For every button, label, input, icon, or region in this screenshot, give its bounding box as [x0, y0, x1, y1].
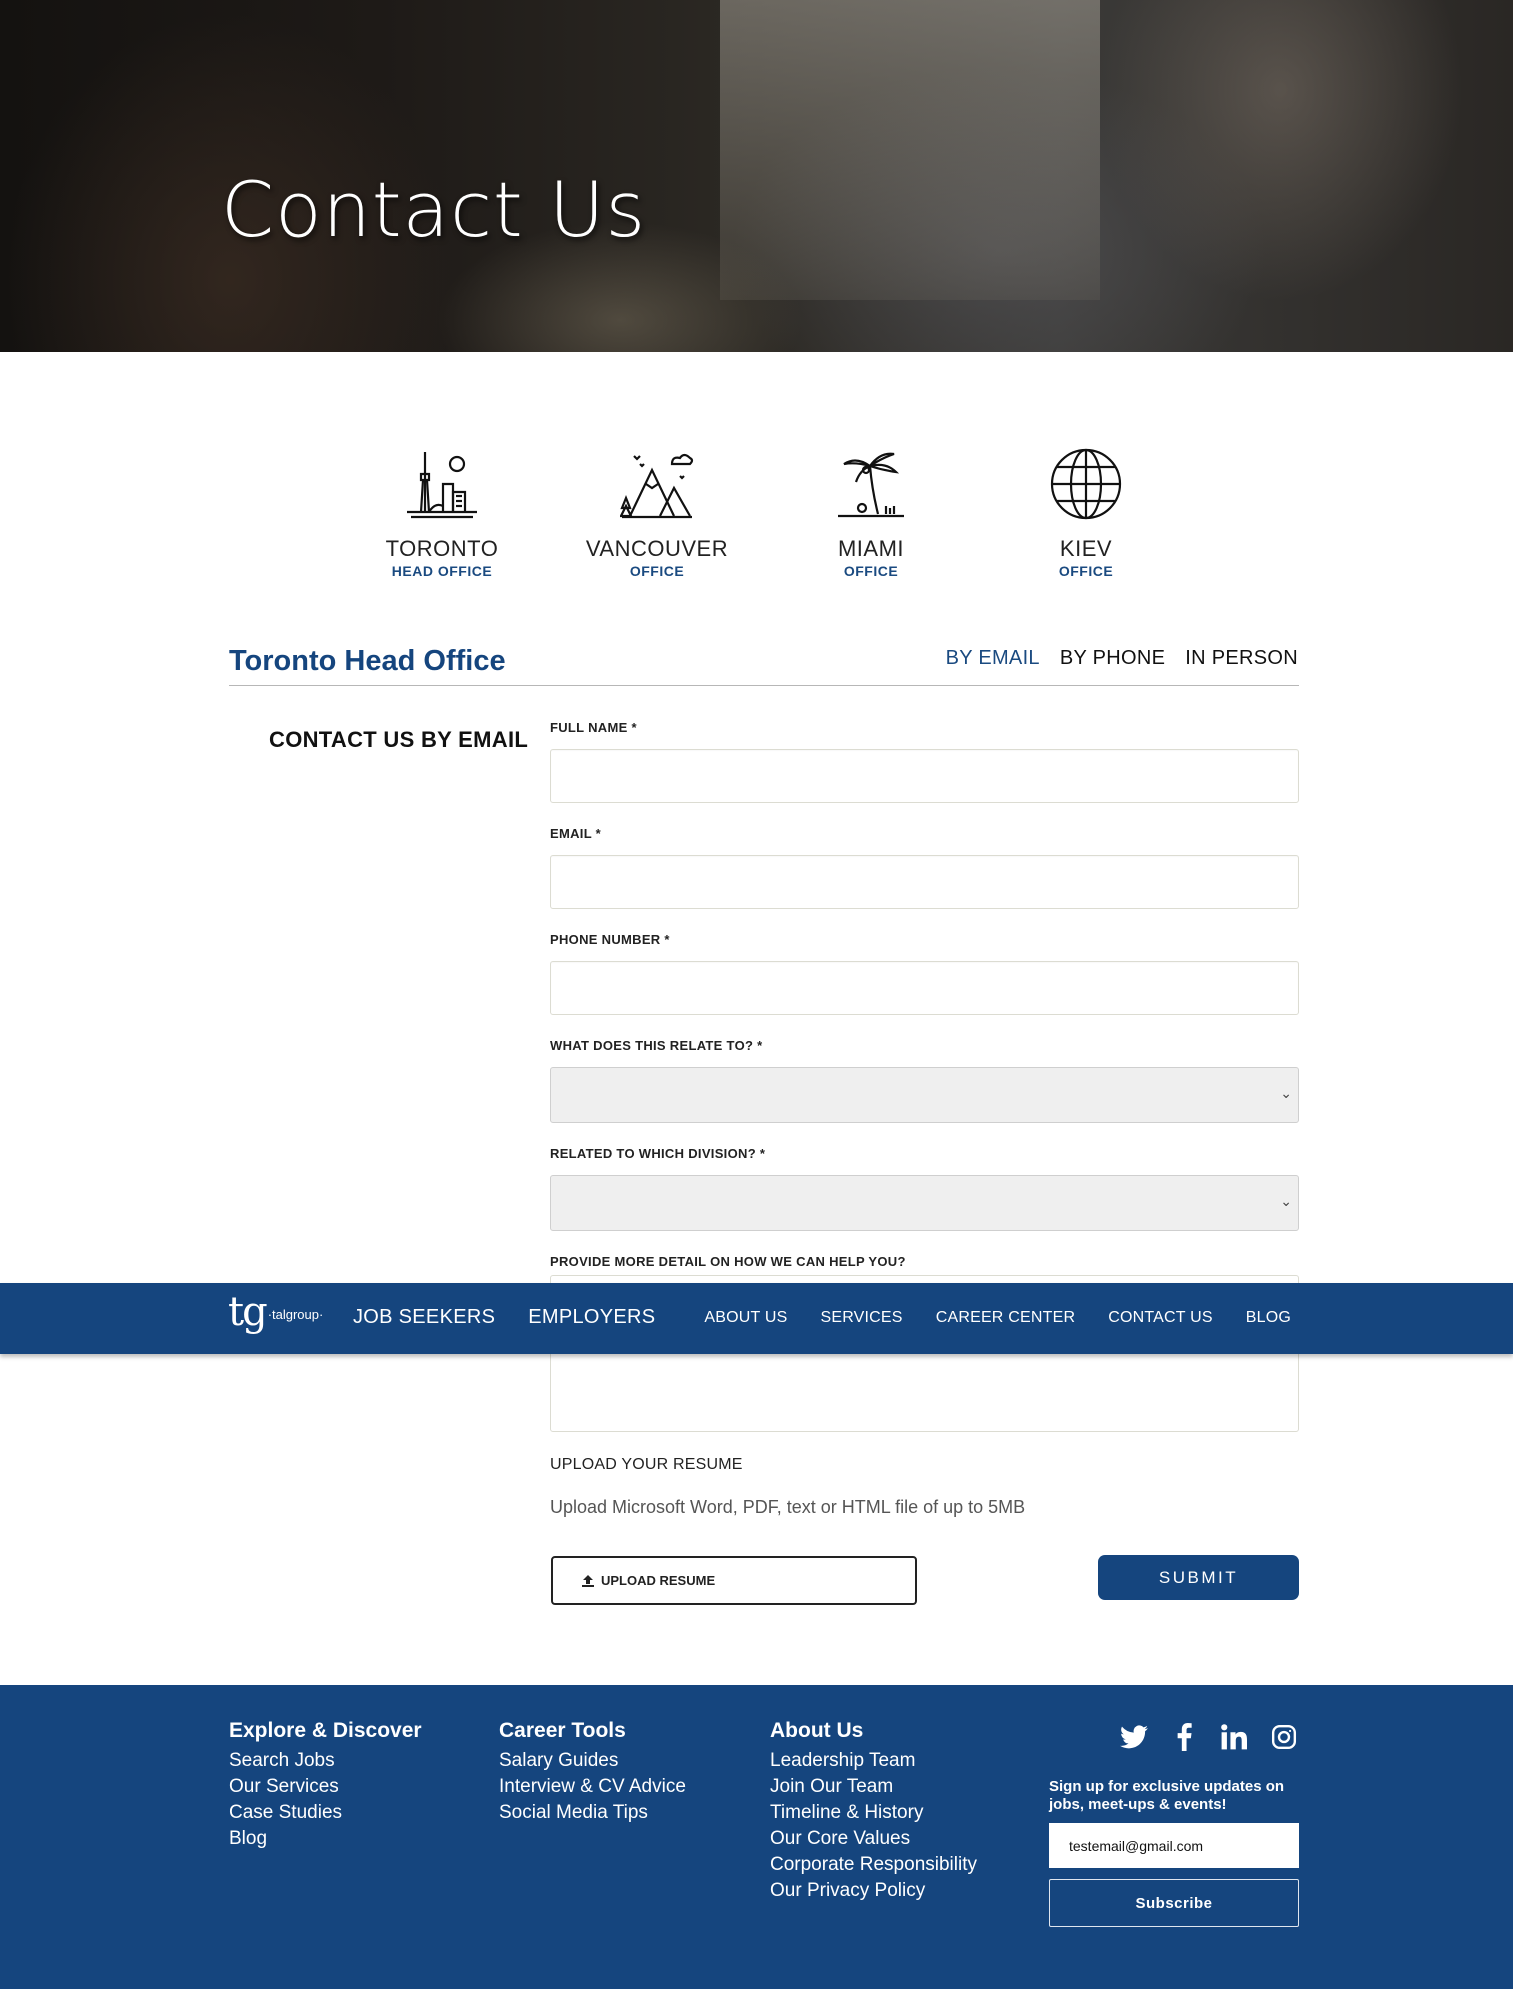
nav-about-us[interactable]: ABOUT US — [704, 1309, 787, 1327]
footer-link[interactable]: Our Privacy Policy — [770, 1878, 977, 1904]
footer-link[interactable]: Search Jobs — [229, 1748, 422, 1774]
office-vancouver[interactable]: VANCOUVER OFFICE — [577, 448, 737, 579]
office-kiev[interactable]: KIEV OFFICE — [1006, 448, 1166, 579]
form-heading: CONTACT US BY EMAIL — [269, 727, 529, 752]
phone-label: PHONE NUMBER * — [550, 932, 670, 947]
talgroup-logo[interactable]: tg ·talgroup· — [228, 1292, 323, 1332]
hero-banner: Contact Us — [0, 0, 1513, 352]
upload-resume-label: UPLOAD RESUME — [601, 1573, 716, 1588]
main-navbar: tg ·talgroup· JOB SEEKERS EMPLOYERS ABOU… — [0, 1283, 1513, 1354]
palm-tree-icon — [838, 452, 904, 518]
submit-label: SUBMIT — [1158, 1567, 1239, 1587]
chevron-down-icon: ⌄ — [1280, 1086, 1292, 1102]
office-section-title: Toronto Head Office — [229, 645, 506, 677]
nav-employers[interactable]: EMPLOYERS — [528, 1306, 655, 1329]
site-footer: Explore & Discover Search Jobs Our Servi… — [0, 1685, 1513, 1989]
office-subtitle: OFFICE — [843, 563, 899, 579]
newsletter-text: Sign up for exclusive updates on jobs, m… — [1049, 1778, 1285, 1813]
full-name-input[interactable] — [550, 749, 1299, 803]
nav-contact-us[interactable]: CONTACT US — [1108, 1309, 1213, 1327]
page-title: Contact Us — [221, 165, 647, 254]
upload-icon — [582, 1574, 594, 1587]
instagram-icon[interactable] — [1269, 1723, 1299, 1751]
footer-link[interactable]: Blog — [229, 1826, 422, 1852]
logo-wordmark: ·talgroup· — [267, 1307, 324, 1322]
office-subtitle: OFFICE — [1058, 563, 1114, 579]
contact-method-tabs: BY EMAIL BY PHONE IN PERSON — [946, 647, 1298, 670]
footer-heading: Career Tools — [499, 1719, 626, 1742]
tab-in-person[interactable]: IN PERSON — [1185, 647, 1298, 670]
tab-by-email[interactable]: BY EMAIL — [946, 647, 1040, 670]
footer-heading: About Us — [770, 1719, 864, 1742]
hero-background-window — [720, 0, 1100, 300]
footer-link[interactable]: Leadership Team — [770, 1748, 977, 1774]
section-divider — [229, 685, 1299, 686]
upload-heading: UPLOAD YOUR RESUME — [550, 1456, 743, 1473]
footer-column-career-tools: Career Tools Salary Guides Interview & C… — [499, 1719, 686, 1826]
footer-link[interactable]: Social Media Tips — [499, 1800, 686, 1826]
upload-hint: Upload Microsoft Word, PDF, text or HTML… — [550, 1497, 1026, 1517]
office-toronto[interactable]: TORONTO HEAD OFFICE — [362, 448, 522, 579]
footer-column-explore: Explore & Discover Search Jobs Our Servi… — [229, 1719, 422, 1852]
submit-button[interactable]: SUBMIT — [1098, 1555, 1299, 1600]
linkedin-icon[interactable] — [1219, 1723, 1249, 1751]
chevron-down-icon: ⌄ — [1280, 1194, 1292, 1210]
footer-column-about: About Us Leadership Team Join Our Team T… — [770, 1719, 977, 1904]
facebook-icon[interactable] — [1169, 1723, 1199, 1751]
subscribe-button[interactable]: Subscribe — [1049, 1879, 1299, 1927]
nav-blog[interactable]: BLOG — [1246, 1309, 1291, 1327]
office-name: TORONTO — [385, 536, 499, 561]
subscribe-label: Subscribe — [1135, 1894, 1213, 1912]
office-subtitle: HEAD OFFICE — [391, 563, 493, 579]
office-name: VANCOUVER — [585, 536, 729, 561]
twitter-icon[interactable] — [1119, 1723, 1149, 1751]
tab-by-phone[interactable]: BY PHONE — [1060, 647, 1165, 670]
email-label: EMAIL * — [550, 826, 601, 841]
upload-resume-button[interactable]: UPLOAD RESUME — [551, 1556, 917, 1605]
footer-link[interactable]: Timeline & History — [770, 1800, 977, 1826]
office-selector: TORONTO HEAD OFFICE VANCOUVER OFFICE MIA… — [0, 448, 1513, 588]
division-select[interactable]: ⌄ — [550, 1175, 1299, 1231]
phone-input[interactable] — [550, 961, 1299, 1015]
nav-job-seekers[interactable]: JOB SEEKERS — [353, 1306, 495, 1329]
footer-link[interactable]: Our Services — [229, 1774, 422, 1800]
footer-link[interactable]: Case Studies — [229, 1800, 422, 1826]
footer-heading: Explore & Discover — [229, 1719, 422, 1742]
relate-label: WHAT DOES THIS RELATE TO? * — [550, 1038, 763, 1053]
office-miami[interactable]: MIAMI OFFICE — [791, 448, 951, 579]
footer-link[interactable]: Corporate Responsibility — [770, 1852, 977, 1878]
primary-nav: JOB SEEKERS EMPLOYERS — [353, 1306, 655, 1329]
footer-link[interactable]: Our Core Values — [770, 1826, 977, 1852]
detail-label: PROVIDE MORE DETAIL ON HOW WE CAN HELP Y… — [550, 1254, 906, 1269]
footer-link[interactable]: Salary Guides — [499, 1748, 686, 1774]
social-links — [1119, 1723, 1299, 1751]
office-name: MIAMI — [837, 536, 905, 561]
office-name: KIEV — [1059, 536, 1113, 561]
secondary-nav: ABOUT US SERVICES CAREER CENTER CONTACT … — [704, 1309, 1291, 1327]
email-input[interactable] — [550, 855, 1299, 909]
full-name-label: FULL NAME * — [550, 720, 637, 735]
newsletter-email-input[interactable] — [1049, 1823, 1299, 1868]
cn-tower-icon — [407, 452, 477, 519]
logo-mark: tg — [228, 1289, 268, 1335]
office-subtitle: OFFICE — [629, 563, 685, 579]
mountains-icon — [620, 453, 694, 519]
footer-link[interactable]: Join Our Team — [770, 1774, 977, 1800]
relate-select[interactable]: ⌄ — [550, 1067, 1299, 1123]
division-label: RELATED TO WHICH DIVISION? * — [550, 1146, 766, 1161]
globe-icon — [1050, 448, 1122, 520]
footer-link[interactable]: Interview & CV Advice — [499, 1774, 686, 1800]
nav-services[interactable]: SERVICES — [820, 1309, 902, 1327]
nav-career-center[interactable]: CAREER CENTER — [936, 1309, 1076, 1327]
